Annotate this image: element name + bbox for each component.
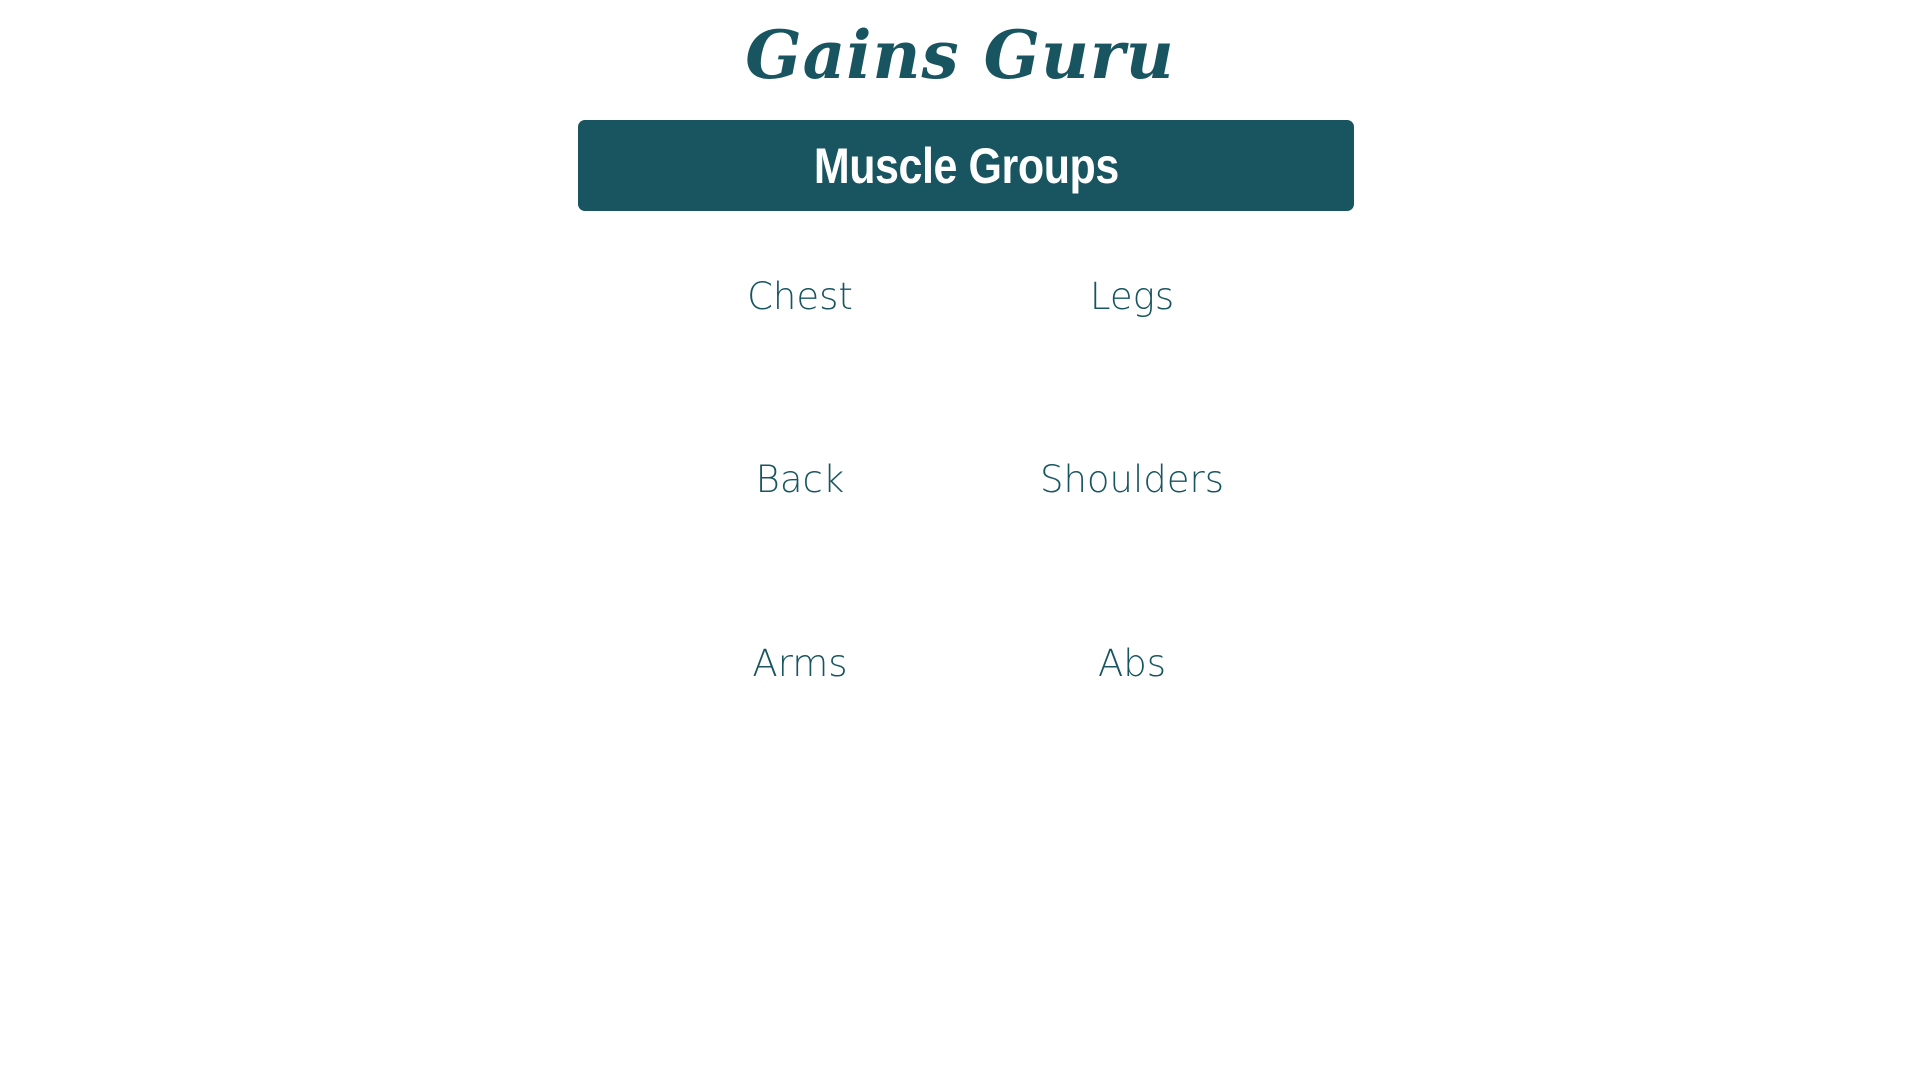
muscle-group-arms[interactable]: Arms	[650, 636, 950, 692]
muscle-group-legs[interactable]: Legs	[982, 269, 1282, 325]
muscle-group-back[interactable]: Back	[650, 452, 950, 508]
muscle-group-chest[interactable]: Chest	[650, 269, 950, 325]
app-title: Gains Guru	[745, 16, 1175, 94]
section-title: Muscle Groups	[813, 137, 1119, 194]
muscle-groups-header: Muscle Groups	[578, 120, 1354, 211]
muscle-group-abs[interactable]: Abs	[982, 636, 1282, 692]
muscle-group-shoulders[interactable]: Shoulders	[982, 452, 1282, 508]
